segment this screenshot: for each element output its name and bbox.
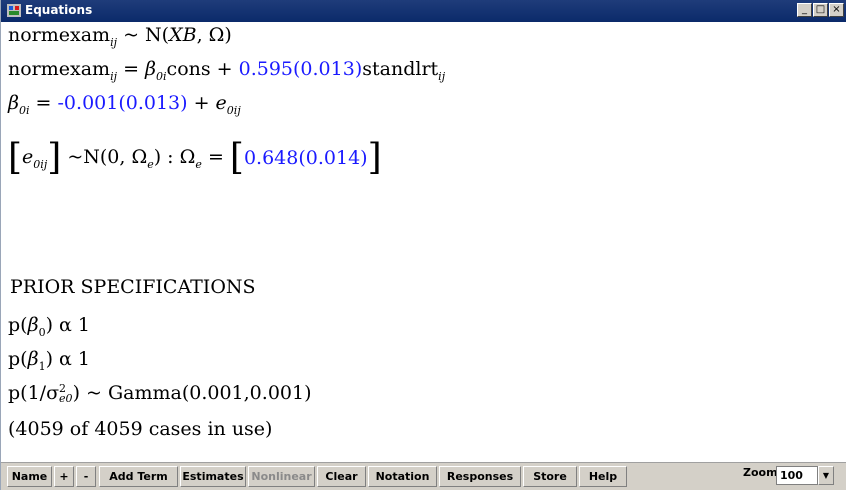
plus-button[interactable]: +: [54, 466, 74, 487]
prior-beta0: p(β0) α 1: [8, 314, 90, 339]
clear-button[interactable]: Clear: [317, 466, 366, 487]
model-line-fixed[interactable]: normexamij = β0icons + 0.595(0.013)stand…: [8, 58, 445, 83]
app-icon: [7, 4, 21, 17]
equations-window: Equations _ □ × normexamij ~ N(XB, Ω) no…: [0, 0, 846, 490]
prior-beta1: p(β1) α 1: [8, 348, 90, 373]
model-line-intercept[interactable]: β0i = -0.001(0.013) + e0ij: [8, 92, 241, 117]
maximize-button[interactable]: □: [813, 3, 828, 17]
toolbar: Name + - Add Term Estimates Nonlinear Cl…: [1, 462, 846, 490]
left-bracket: [: [229, 137, 244, 178]
left-bracket: [: [8, 137, 23, 178]
notation-button[interactable]: Notation: [368, 466, 437, 487]
minimize-button[interactable]: _: [797, 3, 812, 17]
right-bracket: ]: [367, 137, 382, 178]
prior-variance: p(1/σ 2 e0) ~ Gamma(0.001,0.001): [8, 382, 312, 405]
model-line-response[interactable]: normexamij ~ N(XB, Ω): [8, 24, 232, 49]
estimate-standlrt[interactable]: 0.595(0.013): [239, 58, 363, 80]
estimates-button[interactable]: Estimates: [180, 466, 246, 487]
close-button[interactable]: ×: [829, 3, 844, 17]
estimate-intercept[interactable]: -0.001(0.013): [58, 92, 188, 114]
equations-area: normexamij ~ N(XB, Ω) normexamij = β0ico…: [8, 24, 838, 459]
right-bracket: ]: [47, 137, 62, 178]
add-term-button[interactable]: Add Term: [99, 466, 178, 487]
cases-status: (4059 of 4059 cases in use): [8, 418, 273, 440]
minus-button[interactable]: -: [76, 466, 96, 487]
name-button[interactable]: Name: [7, 466, 52, 487]
zoom-label: Zoom: [743, 466, 778, 479]
model-line-covariance[interactable]: [e0ij] ~N(0, Ωe) : Ωe = [0.648(0.014)]: [8, 140, 382, 176]
estimate-variance[interactable]: 0.648(0.014): [244, 147, 368, 169]
prior-header: PRIOR SPECIFICATIONS: [10, 276, 256, 298]
window-title: Equations: [25, 3, 93, 17]
responses-button[interactable]: Responses: [439, 466, 521, 487]
help-button[interactable]: Help: [579, 466, 627, 487]
zoom-input[interactable]: 100: [776, 466, 818, 485]
title-bar: Equations _ □ ×: [1, 0, 846, 22]
chevron-down-icon[interactable]: ▼: [818, 466, 834, 485]
store-button[interactable]: Store: [523, 466, 577, 487]
nonlinear-button[interactable]: Nonlinear: [248, 466, 315, 487]
